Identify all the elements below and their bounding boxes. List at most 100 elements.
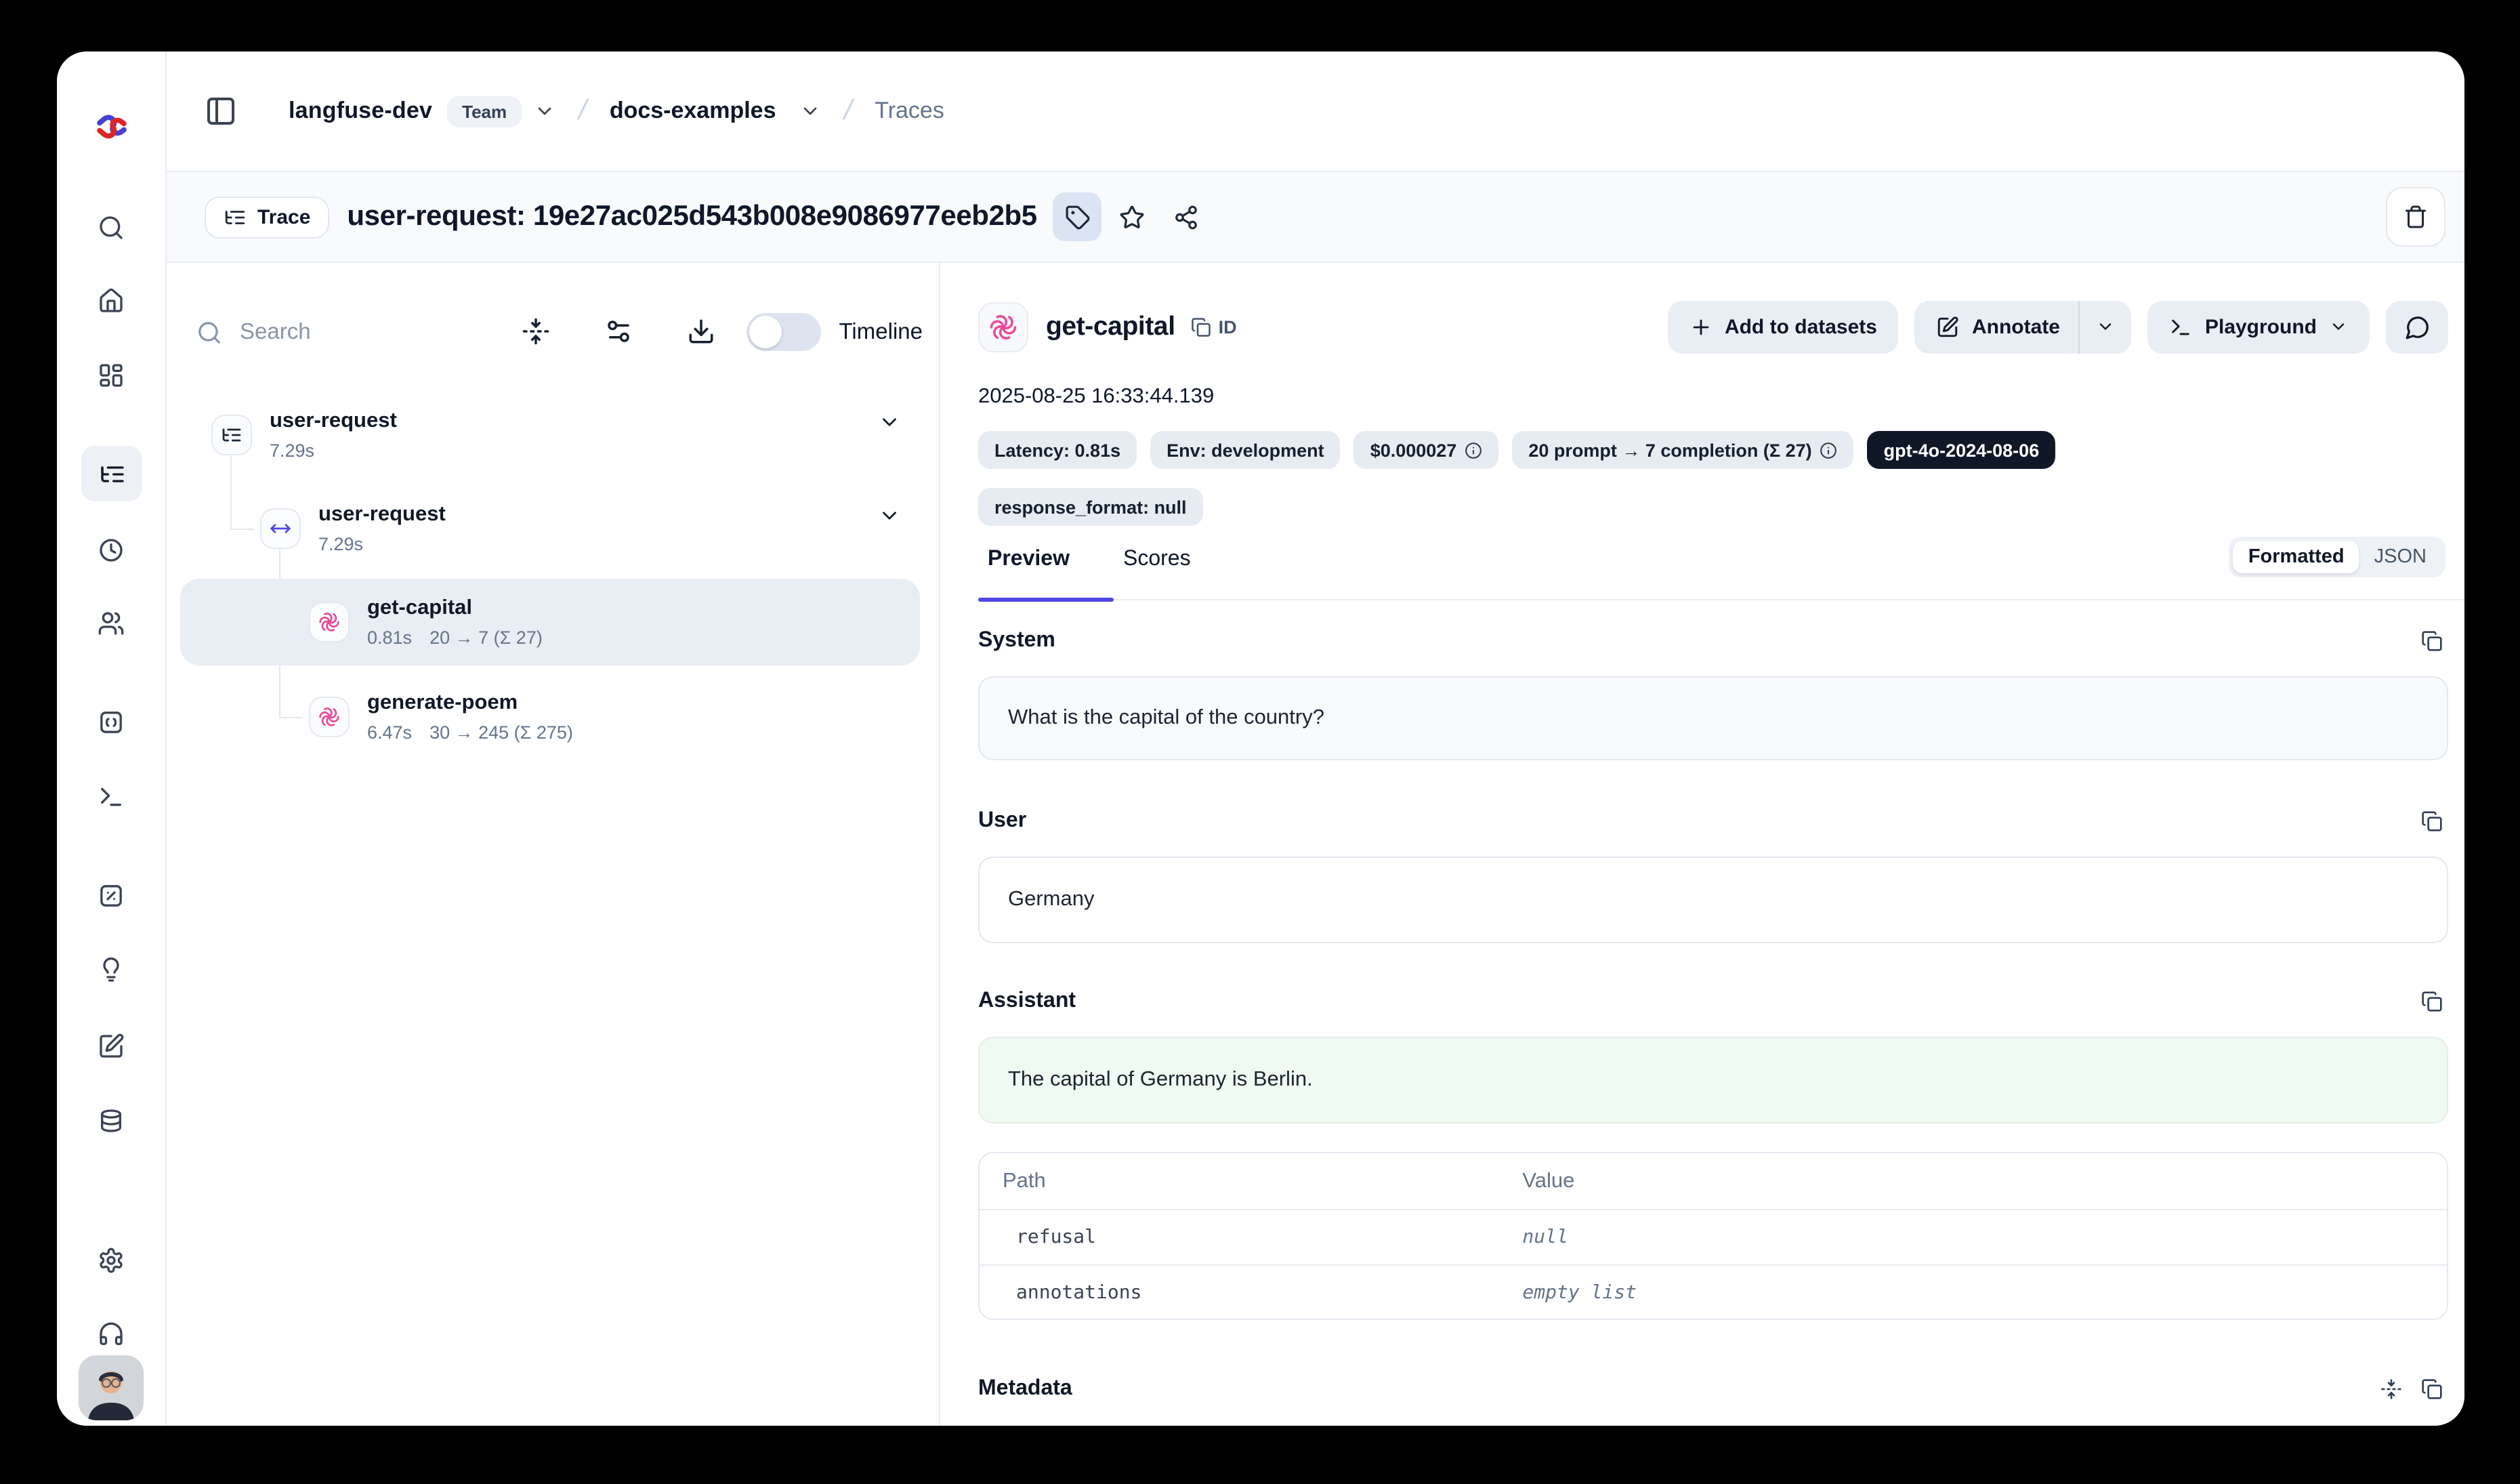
annotate-label: Annotate <box>1972 315 2060 338</box>
breadcrumb-section[interactable]: Traces <box>875 98 944 125</box>
playground-label: Playground <box>2205 315 2317 338</box>
bookmark-star-button[interactable] <box>1108 192 1156 241</box>
breadcrumb-separator: / <box>575 95 590 127</box>
info-icon <box>1465 441 1482 459</box>
tree-node-span[interactable]: user-request 7.29s <box>180 485 920 572</box>
trace-type-badge: Trace <box>205 196 329 238</box>
observation-badges-row: Latency: 0.81s Env: development $0.00002… <box>978 431 2448 469</box>
share-button[interactable] <box>1162 192 1211 241</box>
system-label: System <box>978 629 1055 653</box>
tokens-badge[interactable]: 20 prompt → 7 completion (Σ 27) <box>1512 431 1853 469</box>
table-cell-path: annotations <box>980 1281 1522 1303</box>
user-content: Germany <box>1008 888 1095 912</box>
sidebar-playground-icon[interactable] <box>88 774 134 820</box>
cost-badge[interactable]: $0.000027 <box>1354 431 1499 469</box>
system-section-header: System <box>978 626 2443 656</box>
sidebar-home-icon[interactable] <box>88 278 134 324</box>
tree-search[interactable] <box>196 319 522 345</box>
latency-badge: Latency: 0.81s <box>978 431 1137 469</box>
format-formatted-option[interactable]: Formatted <box>2233 541 2359 573</box>
copy-system-button[interactable] <box>2421 630 2443 652</box>
list-tree-icon <box>211 415 252 455</box>
breadcrumb-org[interactable]: langfuse-dev <box>289 98 432 125</box>
tree-toolbar: Timeline <box>196 305 923 359</box>
chevron-down-icon[interactable] <box>799 100 821 122</box>
env-badge: Env: development <box>1150 431 1341 469</box>
table-cell-value: null <box>1522 1227 2447 1248</box>
sidebar-sessions-icon[interactable] <box>88 527 134 573</box>
copy-user-button[interactable] <box>2421 810 2443 832</box>
generation-icon <box>309 697 350 737</box>
sidebar-search-icon[interactable] <box>88 205 134 251</box>
download-icon <box>688 317 716 346</box>
assistant-message-box: The capital of Germany is Berlin. <box>978 1037 2448 1124</box>
add-to-datasets-button[interactable]: Add to datasets <box>1668 300 1899 353</box>
copy-assistant-button[interactable] <box>2421 991 2443 1012</box>
list-tree-icon <box>224 205 247 228</box>
chevron-down-icon <box>2097 317 2116 336</box>
copy-id-button[interactable]: ID <box>1192 316 1237 337</box>
system-content: What is the capital of the country? <box>1008 706 1324 730</box>
sidebar-tracing-icon[interactable] <box>81 446 142 501</box>
sidebar-scores-icon[interactable] <box>88 873 134 919</box>
user-label: User <box>978 809 1026 833</box>
chevron-down-icon[interactable] <box>878 504 901 527</box>
user-section-header: User <box>978 806 2443 836</box>
sidebar-users-icon[interactable] <box>88 600 134 646</box>
comments-button[interactable] <box>2386 300 2448 353</box>
format-json-option[interactable]: JSON <box>2359 541 2441 573</box>
search-input[interactable] <box>240 319 522 345</box>
tab-preview[interactable]: Preview <box>988 548 1070 572</box>
chevron-down-icon <box>2329 317 2348 336</box>
user-avatar[interactable] <box>79 1355 144 1420</box>
observation-title: get-capital <box>1046 311 1175 342</box>
trace-tree-panel: Timeline user-request 7.29s <box>167 263 940 1426</box>
detail-tabs: Preview Scores Formatted JSON <box>978 542 2464 600</box>
node-tokens: 20 → 7 (Σ 27) <box>429 625 543 650</box>
sidebar-prompts-icon[interactable] <box>88 699 134 745</box>
table-header-row: Path Value <box>980 1153 2447 1210</box>
panel-left-icon[interactable] <box>205 95 237 127</box>
square-pen-icon <box>1937 315 1960 338</box>
sidebar-support-icon[interactable] <box>88 1312 134 1358</box>
sidebar-dashboard-icon[interactable] <box>88 352 134 398</box>
chevron-down-icon[interactable] <box>534 100 555 122</box>
tree-settings-button[interactable] <box>605 317 635 347</box>
table-cell-value: empty list <box>1522 1281 2447 1303</box>
sidebar-annotation-icon[interactable] <box>88 1023 134 1069</box>
format-toggle: Formatted JSON <box>2229 537 2445 577</box>
annotate-dropdown-button[interactable] <box>2080 300 2132 353</box>
value-column-header: Value <box>1522 1169 2447 1193</box>
plus-icon <box>1689 315 1713 338</box>
breadcrumb-project[interactable]: docs-examples <box>610 98 776 125</box>
tag-button[interactable] <box>1053 192 1102 241</box>
toggle-knob <box>750 316 782 348</box>
assistant-section-header: Assistant <box>978 987 2443 1016</box>
copy-icon <box>2421 810 2443 832</box>
tree-node-generation-selected[interactable]: get-capital 0.81s20 → 7 (Σ 27) <box>180 579 920 665</box>
sidebar-settings-icon[interactable] <box>88 1237 134 1283</box>
delete-trace-button[interactable] <box>2386 187 2445 247</box>
message-icon <box>2404 314 2430 339</box>
metadata-section-header: Metadata <box>978 1374 2443 1404</box>
tab-scores[interactable]: Scores <box>1123 548 1191 572</box>
search-icon <box>196 319 222 345</box>
observation-detail-panel: get-capital ID Add to datasets Annotate <box>940 263 2464 1426</box>
timeline-toggle[interactable] <box>747 313 822 351</box>
chevron-down-icon[interactable] <box>878 411 901 434</box>
collapse-all-button[interactable] <box>522 317 552 347</box>
copy-metadata-button[interactable] <box>2421 1378 2443 1400</box>
annotate-button-group: Annotate <box>1915 300 2132 353</box>
playground-button[interactable]: Playground <box>2148 300 2370 353</box>
tree-node-trace[interactable]: user-request 7.29s <box>180 392 920 478</box>
user-message-box: Germany <box>978 857 2448 943</box>
expand-metadata-button[interactable] <box>2380 1378 2402 1400</box>
tree-node-generation[interactable]: generate-poem 6.47s30 → 245 (Σ 275) <box>180 674 920 760</box>
model-badge[interactable]: gpt-4o-2024-08-06 <box>1868 431 2056 469</box>
sidebar-datasets-icon[interactable] <box>88 1098 134 1144</box>
assistant-label: Assistant <box>978 989 1076 1014</box>
annotate-button[interactable]: Annotate <box>1915 300 2079 353</box>
download-button[interactable] <box>688 317 717 347</box>
sidebar-insights-icon[interactable] <box>88 947 134 993</box>
terminal-icon <box>2170 315 2193 338</box>
